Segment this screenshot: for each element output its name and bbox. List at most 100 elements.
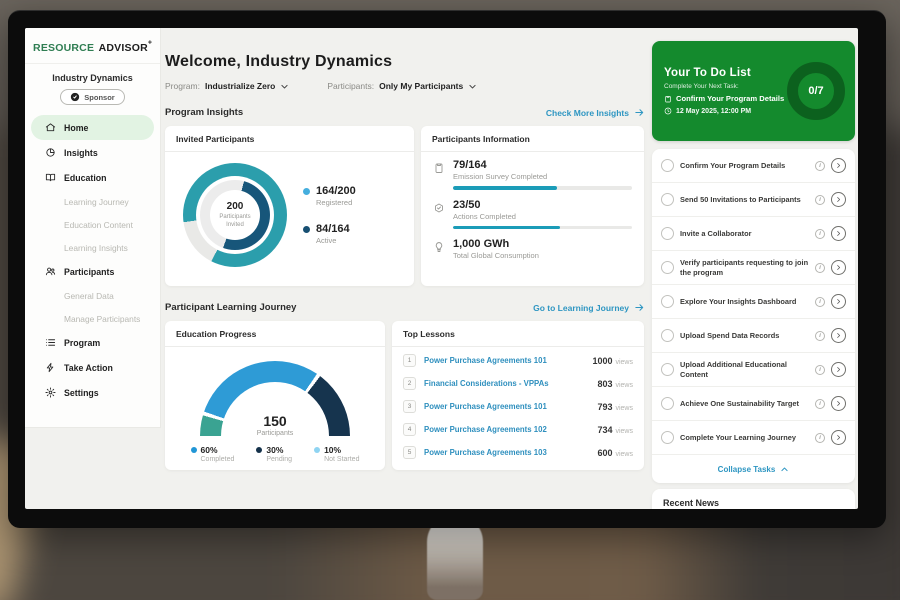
task-row[interactable]: Upload Additional Educational Content i — [652, 353, 855, 387]
brand-plus: + — [148, 40, 152, 47]
lesson-views-count: 793 — [597, 402, 612, 412]
lesson-views-label: views — [615, 382, 633, 389]
task-open-button[interactable] — [831, 226, 846, 241]
info-icon[interactable]: i — [815, 263, 825, 273]
task-row[interactable]: Achieve One Sustainability Target i — [652, 387, 855, 421]
arrow-right-icon — [634, 107, 645, 118]
task-checkbox[interactable] — [661, 363, 674, 376]
lesson-row: 2 Financial Considerations - VPPAs 803 v… — [392, 372, 644, 395]
sidebar-item-education[interactable]: Education — [31, 165, 154, 190]
info-icon[interactable]: i — [815, 433, 825, 443]
filter-label: Participants: — [327, 81, 374, 91]
task-label: Send 50 Invitations to Participants — [680, 195, 809, 204]
info-label: Total Global Consumption — [453, 251, 632, 260]
task-checkbox[interactable] — [661, 193, 674, 206]
task-open-button[interactable] — [831, 294, 846, 309]
task-row[interactable]: Invite a Collaborator i — [652, 217, 855, 251]
task-open-button[interactable] — [831, 158, 846, 173]
legend-item-pending: 30% Pending — [256, 445, 292, 463]
task-checkbox[interactable] — [661, 159, 674, 172]
task-row[interactable]: Explore Your Insights Dashboard i — [652, 285, 855, 319]
sidebar-item-insights[interactable]: Insights — [31, 140, 154, 165]
lesson-rank-badge: 4 — [403, 423, 416, 436]
top-lessons-card: Top Lessons 1 Power Purchase Agreements … — [392, 321, 644, 470]
participants-icon — [45, 266, 56, 277]
task-row[interactable]: Confirm Your Program Details i — [652, 149, 855, 183]
task-label: Achieve One Sustainability Target — [680, 399, 809, 408]
info-icon[interactable]: i — [815, 229, 825, 239]
task-open-button[interactable] — [831, 430, 846, 445]
sidebar-item-learning-insights[interactable]: Learning Insights — [31, 236, 154, 259]
sponsor-badge[interactable]: Sponsor — [60, 89, 124, 105]
sidebar-item-education-content[interactable]: Education Content — [31, 213, 154, 236]
filter-value: Industrialize Zero — [205, 81, 275, 91]
sidebar-item-label: Settings — [64, 388, 99, 398]
section-title: Program Insights — [165, 107, 243, 118]
task-checkbox[interactable] — [661, 329, 674, 342]
lesson-title-link[interactable]: Power Purchase Agreements 103 — [424, 448, 589, 457]
section-title: Participant Learning Journey — [165, 302, 296, 313]
lesson-views-label: views — [615, 428, 633, 435]
task-open-button[interactable] — [831, 362, 846, 377]
task-row[interactable]: Upload Spend Data Records i — [652, 319, 855, 353]
sidebar-item-settings[interactable]: Settings — [31, 380, 154, 405]
task-row[interactable]: Complete Your Learning Journey i — [652, 421, 855, 455]
task-checkbox[interactable] — [661, 431, 674, 444]
task-checkbox[interactable] — [661, 397, 674, 410]
info-icon[interactable]: i — [815, 399, 825, 409]
sidebar-item-participants[interactable]: Participants — [31, 259, 154, 284]
sidebar-item-take-action[interactable]: Take Action — [31, 355, 154, 380]
program-icon — [45, 337, 56, 348]
legend-dot — [256, 447, 262, 453]
lesson-row: 3 Power Purchase Agreements 101 793 view… — [392, 395, 644, 418]
info-icon[interactable]: i — [815, 195, 825, 205]
check-more-insights-link[interactable]: Check More Insights — [546, 107, 645, 118]
card-title: Education Progress — [165, 321, 385, 347]
task-row[interactable]: Verify participants requesting to join t… — [652, 251, 855, 285]
info-icon[interactable]: i — [815, 297, 825, 307]
legend-item-active: 84/164 Active — [303, 223, 356, 245]
task-checkbox[interactable] — [661, 227, 674, 240]
invited-participants-donut: 200 Participants Invited — [183, 163, 287, 267]
home-icon — [45, 122, 56, 133]
brand-logo: RESOURCE ADVISOR+ — [25, 28, 160, 64]
legend-label: Not Started — [324, 456, 359, 463]
gauge-legend: 60% Completed 30% — [165, 445, 385, 463]
task-label: Confirm Your Program Details — [680, 161, 809, 170]
education-progress-gauge: 150 Participants — [200, 361, 350, 437]
lesson-title-link[interactable]: Power Purchase Agreements 101 — [424, 356, 584, 365]
info-icon[interactable]: i — [815, 365, 825, 375]
info-icon[interactable]: i — [815, 161, 825, 171]
task-checkbox[interactable] — [661, 261, 674, 274]
lesson-title-link[interactable]: Power Purchase Agreements 101 — [424, 402, 589, 411]
task-label: Explore Your Insights Dashboard — [680, 297, 809, 306]
todo-due-date: 12 May 2025, 12:00 PM — [676, 108, 751, 115]
task-open-button[interactable] — [831, 396, 846, 411]
gauge-center-value: 150 — [200, 413, 350, 429]
task-row[interactable]: Send 50 Invitations to Participants i — [652, 183, 855, 217]
task-open-button[interactable] — [831, 192, 846, 207]
info-icon[interactable]: i — [815, 331, 825, 341]
filter-dropdown-program[interactable]: Program: Industrialize Zero — [165, 81, 289, 91]
sidebar-item-program[interactable]: Program — [31, 330, 154, 355]
sidebar-item-learning-journey[interactable]: Learning Journey — [31, 190, 154, 213]
filter-dropdown-participants[interactable]: Participants: Only My Participants — [327, 81, 477, 91]
lesson-title-link[interactable]: Financial Considerations - VPPAs — [424, 379, 589, 388]
lesson-views-count: 734 — [597, 425, 612, 435]
todo-subtitle: Complete Your Next Task: — [664, 83, 787, 90]
learning-journey-header: Participant Learning Journey Go to Learn… — [165, 302, 645, 313]
monitor-bezel: RESOURCE ADVISOR+ Industry Dynamics Spon… — [8, 10, 886, 528]
lesson-views-label: views — [615, 359, 633, 366]
task-open-button[interactable] — [831, 328, 846, 343]
sidebar-nav: Home Insights Education — [25, 115, 160, 405]
sidebar-item-general-data[interactable]: General Data — [31, 284, 154, 307]
task-open-button[interactable] — [831, 260, 846, 275]
task-checkbox[interactable] — [661, 295, 674, 308]
todo-header-card: Your To Do List Complete Your Next Task:… — [652, 41, 855, 141]
legend-label: Completed — [201, 456, 235, 463]
lesson-title-link[interactable]: Power Purchase Agreements 102 — [424, 425, 589, 434]
collapse-tasks-link[interactable]: Collapse Tasks — [652, 455, 855, 483]
sidebar-item-manage-participants[interactable]: Manage Participants — [31, 307, 154, 330]
sidebar-item-home[interactable]: Home — [31, 115, 154, 140]
go-to-learning-journey-link[interactable]: Go to Learning Journey — [533, 302, 645, 313]
